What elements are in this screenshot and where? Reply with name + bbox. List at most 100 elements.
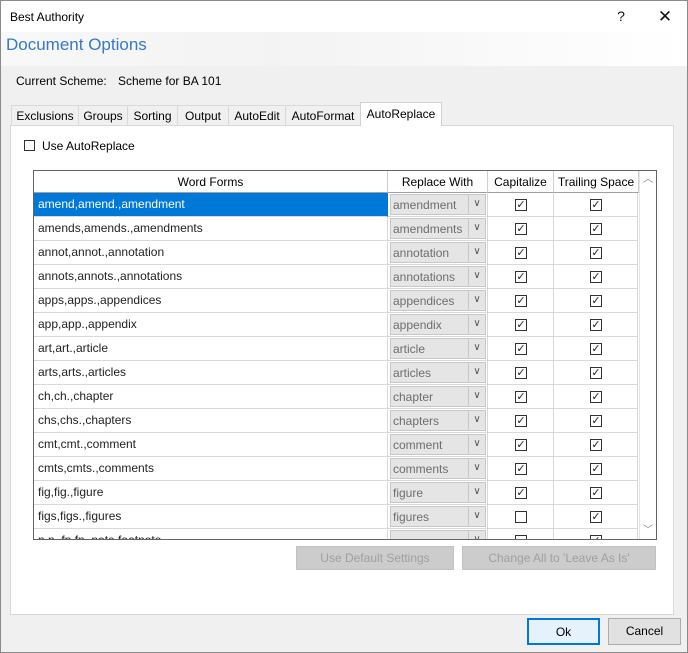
- chevron-down-icon[interactable]: ∨: [468, 243, 485, 262]
- trailing-space-checkbox[interactable]: ✓: [590, 271, 602, 283]
- trailing-space-checkbox[interactable]: ✓: [590, 295, 602, 307]
- replace-with-dropdown[interactable]: annotations ∨: [390, 266, 486, 287]
- replace-with-dropdown[interactable]: amendment ∨: [390, 194, 486, 215]
- word-forms-cell[interactable]: arts,arts.,articles: [34, 361, 388, 385]
- help-button[interactable]: ?: [599, 1, 643, 32]
- capitalize-checkbox[interactable]: [515, 535, 527, 539]
- trailing-space-checkbox[interactable]: ✓: [590, 511, 602, 523]
- trailing-space-checkbox[interactable]: ✓: [590, 199, 602, 211]
- word-forms-cell[interactable]: amend,amend.,amendment: [34, 193, 388, 217]
- capitalize-checkbox[interactable]: ✓: [515, 223, 527, 235]
- table-row[interactable]: annots,annots.,annotations annotations ∨ ✓ ✓: [34, 265, 638, 289]
- table-row[interactable]: amend,amend.,amendment amendment ∨ ✓ ✓: [34, 193, 638, 217]
- chevron-down-icon[interactable]: ∨: [468, 531, 485, 539]
- trailing-space-checkbox[interactable]: ✓: [590, 247, 602, 259]
- chevron-down-icon[interactable]: ∨: [468, 291, 485, 310]
- chevron-down-icon[interactable]: ∨: [468, 387, 485, 406]
- chevron-down-icon[interactable]: ∨: [468, 507, 485, 526]
- chevron-down-icon[interactable]: ∨: [468, 315, 485, 334]
- tab-autoformat[interactable]: AutoFormat: [285, 105, 361, 125]
- word-forms-cell[interactable]: ch,ch.,chapter: [34, 385, 388, 409]
- replace-with-dropdown[interactable]: figures ∨: [390, 506, 486, 527]
- cancel-button[interactable]: Cancel: [608, 618, 681, 645]
- chevron-down-icon[interactable]: ∨: [468, 267, 485, 286]
- trailing-space-checkbox[interactable]: ✓: [590, 415, 602, 427]
- replace-with-dropdown[interactable]: amendments ∨: [390, 218, 486, 239]
- scroll-up-icon[interactable]: ︿: [640, 171, 656, 188]
- trailing-space-checkbox[interactable]: ✓: [590, 463, 602, 475]
- replace-with-dropdown[interactable]: chapter ∨: [390, 386, 486, 407]
- chevron-down-icon[interactable]: ∨: [468, 459, 485, 478]
- tab-exclusions[interactable]: Exclusions: [11, 105, 79, 125]
- chevron-down-icon[interactable]: ∨: [468, 411, 485, 430]
- col-header-word-forms[interactable]: Word Forms: [34, 171, 388, 193]
- word-forms-cell[interactable]: chs,chs.,chapters: [34, 409, 388, 433]
- tab-sorting[interactable]: Sorting: [127, 105, 178, 125]
- ok-button[interactable]: Ok: [527, 618, 600, 645]
- grid-scrollbar[interactable]: ︿ ﹀: [639, 171, 656, 539]
- replace-with-dropdown[interactable]: appendix ∨: [390, 314, 486, 335]
- table-row[interactable]: chs,chs.,chapters chapters ∨ ✓ ✓: [34, 409, 638, 433]
- replace-with-dropdown[interactable]: appendices ∨: [390, 290, 486, 311]
- scroll-down-icon[interactable]: ﹀: [640, 522, 656, 539]
- table-row[interactable]: figs,figs.,figures figures ∨ ✓: [34, 505, 638, 529]
- capitalize-checkbox[interactable]: ✓: [515, 391, 527, 403]
- word-forms-cell[interactable]: amends,amends.,amendments: [34, 217, 388, 241]
- table-row[interactable]: app,app.,appendix appendix ∨ ✓ ✓: [34, 313, 638, 337]
- chevron-down-icon[interactable]: ∨: [468, 435, 485, 454]
- use-default-settings-button[interactable]: Use Default Settings: [296, 546, 454, 570]
- change-all-leave-as-is-button[interactable]: Change All to 'Leave As Is': [462, 546, 656, 570]
- tab-autoreplace[interactable]: AutoReplace: [360, 102, 442, 126]
- chevron-down-icon[interactable]: ∨: [468, 363, 485, 382]
- word-forms-cell[interactable]: figs,figs.,figures: [34, 505, 388, 529]
- col-header-replace-with[interactable]: Replace With: [388, 171, 488, 193]
- table-row[interactable]: art,art.,article article ∨ ✓ ✓: [34, 337, 638, 361]
- replace-with-dropdown[interactable]: annotation ∨: [390, 242, 486, 263]
- replace-with-dropdown[interactable]: ∨: [390, 530, 486, 539]
- capitalize-checkbox[interactable]: ✓: [515, 367, 527, 379]
- trailing-space-checkbox[interactable]: ✓: [590, 439, 602, 451]
- chevron-down-icon[interactable]: ∨: [468, 195, 485, 214]
- table-row[interactable]: n,n.,fn,fn.,note,footnote ∨ ✓: [34, 529, 638, 539]
- trailing-space-checkbox[interactable]: ✓: [590, 343, 602, 355]
- table-row[interactable]: fig,fig.,figure figure ∨ ✓ ✓: [34, 481, 638, 505]
- tab-autoedit[interactable]: AutoEdit: [228, 105, 286, 125]
- table-row[interactable]: amends,amends.,amendments amendments ∨ ✓ ✓: [34, 217, 638, 241]
- table-row[interactable]: apps,apps.,appendices appendices ∨ ✓ ✓: [34, 289, 638, 313]
- capitalize-checkbox[interactable]: ✓: [515, 319, 527, 331]
- word-forms-cell[interactable]: cmts,cmts.,comments: [34, 457, 388, 481]
- use-autoreplace-checkbox[interactable]: [24, 140, 35, 151]
- chevron-down-icon[interactable]: ∨: [468, 483, 485, 502]
- capitalize-checkbox[interactable]: ✓: [515, 463, 527, 475]
- capitalize-checkbox[interactable]: ✓: [515, 271, 527, 283]
- capitalize-checkbox[interactable]: ✓: [515, 199, 527, 211]
- table-row[interactable]: cmt,cmt.,comment comment ∨ ✓ ✓: [34, 433, 638, 457]
- word-forms-cell[interactable]: annots,annots.,annotations: [34, 265, 388, 289]
- capitalize-checkbox[interactable]: ✓: [515, 439, 527, 451]
- word-forms-cell[interactable]: cmt,cmt.,comment: [34, 433, 388, 457]
- tab-groups[interactable]: Groups: [78, 105, 128, 125]
- col-header-capitalize[interactable]: Capitalize: [488, 171, 554, 193]
- trailing-space-checkbox[interactable]: ✓: [590, 367, 602, 379]
- table-row[interactable]: ch,ch.,chapter chapter ∨ ✓ ✓: [34, 385, 638, 409]
- chevron-down-icon[interactable]: ∨: [468, 219, 485, 238]
- capitalize-checkbox[interactable]: ✓: [515, 487, 527, 499]
- table-row[interactable]: cmts,cmts.,comments comments ∨ ✓ ✓: [34, 457, 638, 481]
- capitalize-checkbox[interactable]: ✓: [515, 295, 527, 307]
- word-forms-cell[interactable]: fig,fig.,figure: [34, 481, 388, 505]
- word-forms-cell[interactable]: app,app.,appendix: [34, 313, 388, 337]
- capitalize-checkbox[interactable]: ✓: [515, 247, 527, 259]
- trailing-space-checkbox[interactable]: ✓: [590, 535, 602, 539]
- table-row[interactable]: annot,annot.,annotation annotation ∨ ✓ ✓: [34, 241, 638, 265]
- table-row[interactable]: arts,arts.,articles articles ∨ ✓ ✓: [34, 361, 638, 385]
- capitalize-checkbox[interactable]: [515, 511, 527, 523]
- trailing-space-checkbox[interactable]: ✓: [590, 319, 602, 331]
- replace-with-dropdown[interactable]: article ∨: [390, 338, 486, 359]
- replace-with-dropdown[interactable]: comment ∨: [390, 434, 486, 455]
- word-forms-cell[interactable]: apps,apps.,appendices: [34, 289, 388, 313]
- word-forms-cell[interactable]: n,n.,fn,fn.,note,footnote: [34, 529, 388, 539]
- trailing-space-checkbox[interactable]: ✓: [590, 391, 602, 403]
- replace-with-dropdown[interactable]: articles ∨: [390, 362, 486, 383]
- replace-with-dropdown[interactable]: chapters ∨: [390, 410, 486, 431]
- capitalize-checkbox[interactable]: ✓: [515, 415, 527, 427]
